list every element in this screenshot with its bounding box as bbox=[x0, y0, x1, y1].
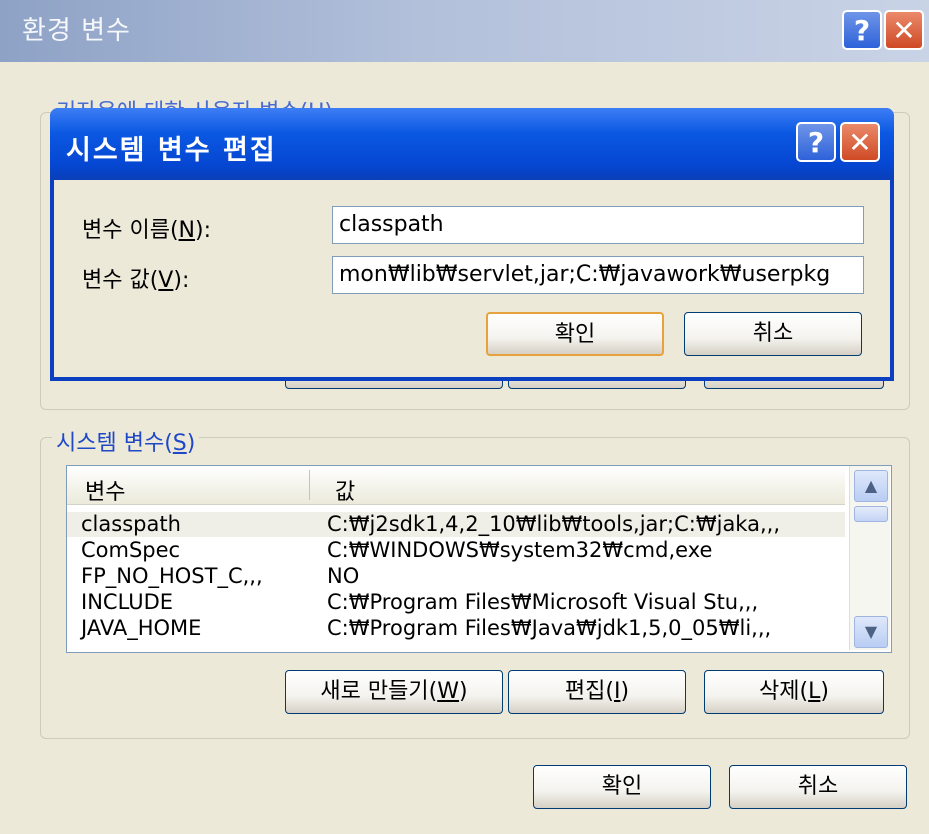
help-icon[interactable]: ? bbox=[796, 122, 836, 162]
column-divider[interactable] bbox=[309, 470, 310, 500]
chevron-down-icon[interactable]: ▼ bbox=[854, 616, 888, 648]
vertical-scrollbar[interactable]: ▲ ▼ bbox=[849, 466, 890, 650]
ok-button[interactable]: 확인 bbox=[533, 765, 711, 809]
table-row[interactable]: ComSpec C:₩WINDOWS₩system32₩cmd,exe bbox=[67, 538, 845, 563]
table-row[interactable]: JAVA_HOME C:₩Program Files₩Java₩jdk1,5,0… bbox=[67, 616, 845, 641]
list-header: 변수 값 bbox=[67, 466, 845, 505]
dialog-body: 변수 이름(N): classpath 변수 값(V): mon₩lib₩ser… bbox=[54, 180, 890, 377]
new-variable-button[interactable]: 새로 만들기(W) bbox=[285, 670, 503, 714]
row-variable-name: JAVA_HOME bbox=[81, 616, 202, 640]
row-variable-value: C:₩WINDOWS₩system32₩cmd,exe bbox=[327, 538, 713, 562]
scrollbar-thumb[interactable] bbox=[854, 506, 888, 522]
row-variable-name: FP_NO_HOST_C,,, bbox=[81, 564, 263, 588]
window-titlebar[interactable]: 환경 변수 ? ✕ bbox=[0, 0, 929, 62]
dialog-titlebar[interactable]: 시스템 변수 편집 ? ✕ bbox=[50, 108, 894, 180]
variable-value-label: 변수 값(V): bbox=[82, 268, 190, 293]
edit-variable-button[interactable]: 편집(I) bbox=[508, 670, 686, 714]
table-row[interactable]: FP_NO_HOST_C,,, NO bbox=[67, 564, 845, 589]
cancel-button[interactable]: 취소 bbox=[729, 765, 907, 809]
variable-name-input[interactable]: classpath bbox=[332, 206, 864, 244]
dialog-cancel-button[interactable]: 취소 bbox=[684, 312, 862, 356]
row-variable-name: INCLUDE bbox=[81, 590, 174, 614]
system-variables-list[interactable]: 변수 값 classpath C:₩j2sdk1,4,2_10₩lib₩tool… bbox=[66, 465, 892, 653]
close-icon[interactable]: ✕ bbox=[884, 10, 924, 50]
row-variable-value: C:₩Program Files₩Microsoft Visual Stu,,, bbox=[327, 590, 759, 614]
chevron-up-icon[interactable]: ▲ bbox=[854, 470, 888, 502]
row-variable-value: NO bbox=[327, 564, 360, 588]
table-row[interactable]: INCLUDE C:₩Program Files₩Microsoft Visua… bbox=[67, 590, 845, 615]
close-icon[interactable]: ✕ bbox=[840, 122, 880, 162]
dialog-title: 시스템 변수 편집 bbox=[66, 135, 277, 166]
row-variable-name: classpath bbox=[81, 512, 181, 536]
system-variables-label: 시스템 변수(S) bbox=[52, 425, 200, 457]
row-variable-name: ComSpec bbox=[81, 538, 181, 562]
window-title: 환경 변수 bbox=[22, 16, 131, 46]
variable-value-input[interactable]: mon₩lib₩servlet,jar;C:₩javawork₩userpkg bbox=[332, 256, 864, 294]
variable-name-label: 변수 이름(N): bbox=[82, 218, 212, 243]
help-icon[interactable]: ? bbox=[842, 10, 882, 50]
column-header-value[interactable]: 값 bbox=[335, 474, 355, 506]
column-header-variable[interactable]: 변수 bbox=[85, 474, 125, 506]
row-variable-value: C:₩j2sdk1,4,2_10₩lib₩tools,jar;C:₩jaka,,… bbox=[327, 512, 780, 536]
edit-system-variable-dialog: 시스템 변수 편집 ? ✕ 변수 이름(N): classpath 변수 값(V… bbox=[50, 108, 894, 381]
row-variable-value: C:₩Program Files₩Java₩jdk1,5,0_05₩li,,, bbox=[327, 616, 772, 640]
dialog-ok-button[interactable]: 확인 bbox=[486, 312, 664, 356]
table-row[interactable]: classpath C:₩j2sdk1,4,2_10₩lib₩tools,jar… bbox=[67, 512, 845, 537]
delete-variable-button[interactable]: 삭제(L) bbox=[704, 670, 884, 714]
